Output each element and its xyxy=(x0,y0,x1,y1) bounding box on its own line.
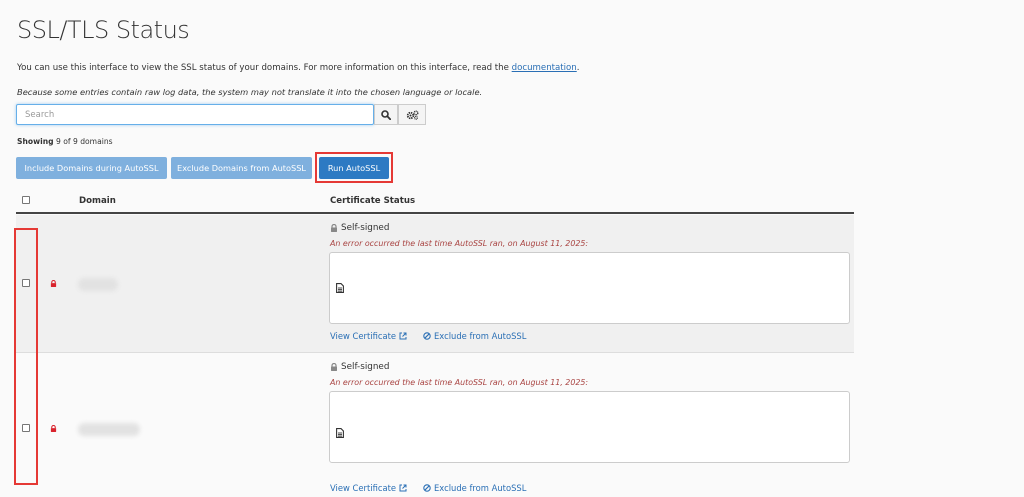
showing-count: Showing 9 of 9 domains xyxy=(17,137,113,146)
status-text: Self-signed xyxy=(341,362,390,372)
log-box xyxy=(329,252,850,324)
locale-note: Because some entries contain raw log dat… xyxy=(17,87,483,97)
search-input[interactable] xyxy=(16,104,374,125)
intro-period: . xyxy=(576,63,580,73)
redacted-domain xyxy=(78,423,140,436)
table-header: Domain Certificate Status xyxy=(16,190,854,214)
checkbox-column-highlight xyxy=(14,228,38,485)
lock-icon xyxy=(50,425,57,432)
exclude-from-autossl-label: Exclude from AutoSSL xyxy=(434,483,527,493)
view-certificate-link[interactable]: View Certificate xyxy=(330,483,407,493)
view-certificate-label: View Certificate xyxy=(330,483,397,493)
search-icon xyxy=(381,109,391,120)
lock-icon xyxy=(331,224,337,232)
intro-sentence: You can use this interface to view the S… xyxy=(17,63,509,73)
certificate-status-column-header: Certificate Status xyxy=(330,196,416,206)
table-row: Self-signed An error occurred the last t… xyxy=(16,354,854,497)
document-icon[interactable] xyxy=(336,283,344,293)
search-button[interactable] xyxy=(374,104,398,125)
include-domains-button[interactable]: Include Domains during AutoSSL xyxy=(16,157,167,179)
lock-icon xyxy=(331,363,337,371)
run-autossl-highlight xyxy=(315,152,393,183)
exclude-from-autossl-link[interactable]: Exclude from AutoSSL xyxy=(423,483,526,493)
search-options-button[interactable] xyxy=(398,104,426,125)
domain-column-header: Domain xyxy=(79,196,116,206)
log-box xyxy=(329,391,850,463)
intro-text: You can use this interface to view the S… xyxy=(17,63,579,73)
autossl-error: An error occurred the last time AutoSSL … xyxy=(330,378,589,387)
documentation-link[interactable]: documentation xyxy=(512,63,577,73)
showing-label: Showing xyxy=(17,137,54,146)
document-icon[interactable] xyxy=(336,428,344,438)
certificate-status: Self-signed xyxy=(330,223,389,233)
redacted-domain xyxy=(78,278,118,291)
ban-icon xyxy=(423,332,431,340)
gears-icon xyxy=(406,110,418,120)
status-text: Self-signed xyxy=(341,223,390,233)
lock-icon xyxy=(50,280,57,287)
external-link-icon xyxy=(399,484,407,492)
certificate-status: Self-signed xyxy=(330,362,389,372)
external-link-icon xyxy=(399,332,407,340)
page-title: SSL/TLS Status xyxy=(17,16,190,44)
table-row: Self-signed An error occurred the last t… xyxy=(16,215,854,353)
exclude-from-autossl-link[interactable]: Exclude from AutoSSL xyxy=(423,331,526,341)
ban-icon xyxy=(423,484,431,492)
select-all-checkbox[interactable] xyxy=(22,196,30,204)
view-certificate-link[interactable]: View Certificate xyxy=(330,331,407,341)
autossl-error: An error occurred the last time AutoSSL … xyxy=(330,239,589,248)
view-certificate-label: View Certificate xyxy=(330,331,397,341)
exclude-domains-button[interactable]: Exclude Domains from AutoSSL xyxy=(171,157,312,179)
exclude-from-autossl-label: Exclude from AutoSSL xyxy=(434,331,527,341)
showing-value: 9 of 9 domains xyxy=(55,137,113,146)
